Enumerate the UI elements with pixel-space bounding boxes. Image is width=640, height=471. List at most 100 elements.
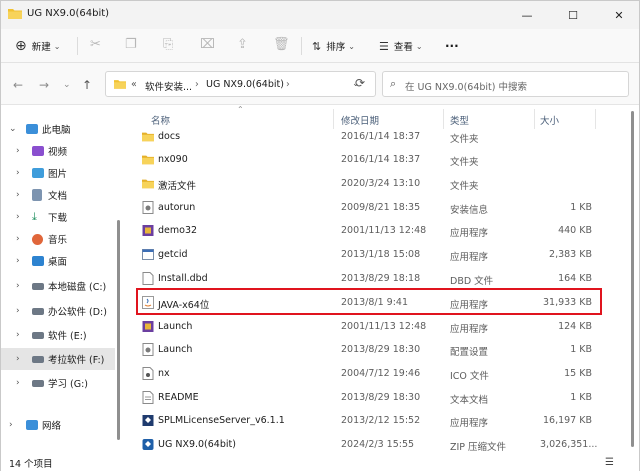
file-type: ZIP 压缩文件 (450, 442, 507, 453)
address-bar[interactable]: « 软件安装... › UG NX9.0(64bit) › ⌄ (105, 71, 376, 97)
ico-icon (142, 367, 154, 380)
maximize-button[interactable]: ☐ (550, 1, 596, 29)
chevron-down-icon: ⌄ (348, 41, 355, 51)
file-size: 2,383 KB (549, 249, 592, 260)
sidebar-item-pictures[interactable]: › 图片 (1, 162, 115, 184)
toolbar-divider (301, 37, 302, 55)
paste-icon[interactable]: ⎘ (163, 37, 173, 52)
file-row[interactable]: Launch 2001/11/13 12:48 应用程序 124 KB (125, 315, 625, 338)
delete-icon[interactable]: 🗑 (273, 37, 290, 52)
sidebar-item-documents[interactable]: › 文档 (1, 184, 115, 206)
music-icon (32, 233, 43, 245)
search-box[interactable]: ⌕ 在 UG NX9.0(64bit) 中搜索 (382, 71, 629, 97)
file-row[interactable]: Install.dbd 2013/8/29 18:18 DBD 文件 164 K… (125, 267, 625, 290)
minimize-icon: — (521, 8, 533, 22)
file-date: 2009/8/21 18:35 (341, 202, 421, 213)
file-row[interactable]: getcid 2013/1/18 15:08 应用程序 2,383 KB (125, 243, 625, 266)
sidebar-item-drive-c[interactable]: › 本地磁盘 (C:) (1, 275, 115, 297)
app-icon (142, 321, 154, 332)
view-button[interactable]: ☰ 查看 ⌄ (379, 36, 423, 56)
desktop-icon (32, 256, 44, 266)
search-icon: ⌕ (390, 77, 397, 90)
sidebar-item-drive-e[interactable]: › 软件 (E:) (1, 324, 115, 346)
file-row[interactable]: SPLMLicenseServer_v6.1.1 2013/2/12 15:52… (125, 409, 625, 432)
file-date: 2024/2/3 15:55 (341, 439, 415, 450)
cut-icon[interactable]: ✂ (90, 37, 101, 52)
video-icon (32, 146, 44, 156)
sidebar-item-label: 桌面 (48, 257, 68, 268)
details-view-icon[interactable]: ☰ (605, 457, 614, 468)
file-row[interactable]: nx090 2016/1/14 18:37 文件夹 (125, 148, 625, 171)
chevron-right-icon[interactable]: › (16, 190, 20, 200)
refresh-icon[interactable]: ⟳ (355, 76, 365, 90)
share-icon[interactable]: ⇪ (237, 37, 248, 52)
sidebar-item-this-pc[interactable]: ⌄ 此电脑 (1, 118, 115, 140)
up-arrow-icon[interactable]: ↑ (82, 78, 92, 92)
file-row[interactable]: docs 2016/1/14 18:37 文件夹 (125, 125, 625, 148)
sidebar-item-drive-g[interactable]: › 学习 (G:) (1, 372, 115, 394)
copy-icon[interactable]: ❐ (125, 37, 137, 52)
sidebar-scrollbar[interactable] (117, 220, 120, 440)
chevron-right-icon[interactable]: › (16, 168, 20, 178)
chevron-right-icon[interactable]: › (16, 306, 20, 316)
document-icon (32, 189, 42, 201)
file-date: 2020/3/24 13:10 (341, 178, 421, 189)
content-scrollbar[interactable] (631, 111, 634, 447)
sidebar-item-label: 图片 (48, 169, 68, 180)
file-name: 激活文件 (158, 181, 197, 192)
more-options-button[interactable]: ··· (445, 36, 459, 56)
chevron-right-icon[interactable]: › (9, 420, 13, 430)
sidebar-item-drive-d[interactable]: › 办公软件 (D:) (1, 300, 115, 322)
view-icon: ☰ (379, 39, 389, 53)
chevron-right-icon[interactable]: › (16, 281, 20, 291)
history-chevron-icon[interactable]: ⌄ (63, 80, 71, 90)
sort-button[interactable]: ⇅ 排序 ⌄ (312, 36, 355, 56)
root-chevron[interactable]: « (131, 79, 137, 90)
file-size: 16,197 KB (542, 415, 592, 426)
close-icon: ✕ (614, 8, 624, 22)
file-row[interactable]: autorun 2009/8/21 18:35 安装信息 1 KB (125, 196, 625, 219)
file-type: 应用程序 (450, 228, 489, 239)
sidebar-item-desktop[interactable]: › 桌面 (1, 250, 115, 272)
close-button[interactable]: ✕ (596, 1, 640, 29)
chevron-right-icon[interactable]: › (16, 354, 20, 364)
rename-icon[interactable]: ⌧ (200, 37, 215, 52)
sidebar-item-drive-f[interactable]: › 考拉软件 (F:) (1, 348, 115, 370)
file-name: nx090 (158, 154, 188, 165)
sidebar-item-network[interactable]: › 网络 (1, 414, 115, 436)
search-input[interactable]: 在 UG NX9.0(64bit) 中搜索 (405, 79, 527, 93)
back-arrow-icon[interactable]: ← (13, 78, 23, 92)
sidebar-item-videos[interactable]: › 视频 (1, 140, 115, 162)
file-row[interactable]: demo32 2001/11/13 12:48 应用程序 440 KB (125, 219, 625, 242)
file-type: ICO 文件 (450, 371, 489, 382)
sidebar-item-downloads[interactable]: › ⤓ 下载 (1, 206, 115, 228)
minimize-button[interactable]: — (504, 1, 550, 29)
title-bar: UG NX9.0(64bit) — ☐ ✕ (1, 1, 639, 29)
file-row[interactable]: 激活文件 2020/3/24 13:10 文件夹 (125, 172, 625, 195)
chevron-down-icon[interactable]: ⌄ (9, 124, 17, 134)
sort-icon: ⇅ (312, 39, 322, 53)
chevron-right-icon[interactable]: › (16, 146, 20, 156)
sidebar-item-label: 考拉软件 (F:) (48, 355, 105, 366)
file-date: 2013/8/29 18:30 (341, 392, 421, 403)
chevron-right-icon[interactable]: › (16, 234, 20, 244)
folder-icon (114, 80, 126, 89)
file-row[interactable]: Launch 2013/8/29 18:30 配置设置 1 KB (125, 338, 625, 361)
breadcrumb-item[interactable]: 软件安装... (145, 79, 192, 93)
file-row[interactable]: README 2013/8/29 18:30 文本文档 1 KB (125, 386, 625, 409)
sidebar-item-label: 文档 (48, 191, 68, 202)
settings-file-icon (142, 343, 154, 356)
file-size: 164 KB (558, 273, 592, 284)
chevron-right-icon[interactable]: › (16, 330, 20, 340)
breadcrumb-item[interactable]: UG NX9.0(64bit) (206, 79, 284, 90)
sidebar-item-label: 音乐 (48, 235, 68, 246)
sidebar-item-music[interactable]: › 音乐 (1, 228, 115, 250)
chevron-right-icon[interactable]: › (16, 212, 20, 222)
chevron-right-icon[interactable]: › (16, 378, 20, 388)
file-row[interactable]: nx 2004/7/12 19:46 ICO 文件 15 KB (125, 362, 625, 385)
new-button[interactable]: ⊕ 新建 ⌄ (15, 36, 60, 56)
chevron-right-icon[interactable]: › (16, 256, 20, 266)
forward-arrow-icon[interactable]: → (39, 78, 49, 92)
view-label: 查看 (393, 42, 413, 53)
explorer-window: UG NX9.0(64bit) — ☐ ✕ ⊕ 新建 ⌄ ✂ ❐ ⎘ ⌧ ⇪ 🗑… (0, 0, 640, 471)
